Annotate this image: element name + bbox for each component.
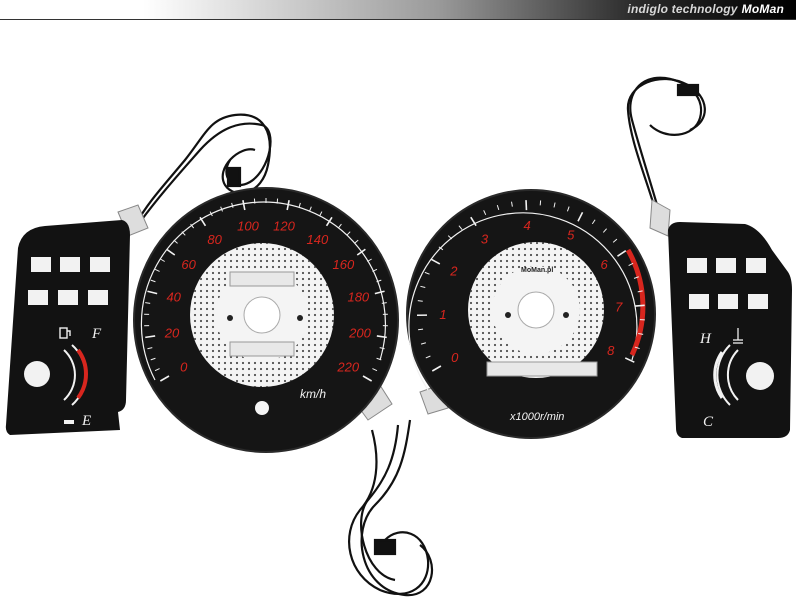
speed-tick-label: 180 — [347, 290, 369, 305]
fuel-needle-hole — [24, 361, 50, 387]
speed-tick-label: 100 — [237, 219, 259, 234]
speed-unit-label: km/h — [300, 387, 326, 401]
temp-gauge-panel: H C — [668, 222, 792, 438]
fuel-empty-label: E — [81, 413, 91, 429]
temp-cold-label: C — [703, 414, 714, 430]
rpm-tick-label: 3 — [481, 231, 489, 246]
fuel-gauge-panel: F E — [5, 220, 130, 435]
rpm-tick — [418, 328, 424, 331]
speed-tick-label: 80 — [207, 232, 222, 247]
speed-tick — [145, 302, 151, 304]
rpm-tick-label: 5 — [567, 228, 575, 243]
tachometer-logo: MoMan.pl — [521, 267, 553, 274]
rpm-tick-label: 6 — [601, 257, 609, 272]
speed-tick-label: 220 — [336, 360, 359, 375]
rpm-tick-label: 1 — [439, 307, 446, 322]
rpm-unit-label: x1000r/min — [509, 411, 564, 423]
tachometer-dial: 0 1 2 3 4 5 6 7 8 MoMan.pl x1000r/min — [406, 189, 656, 439]
speed-tick-label: 40 — [166, 290, 181, 305]
fuel-full-label: F — [91, 326, 102, 342]
wire-bottom — [347, 419, 434, 597]
rpm-tick-label: 7 — [615, 299, 623, 314]
rpm-tick-label: 4 — [524, 218, 531, 233]
connector-right-top — [649, 199, 671, 237]
speed-tick-label: 120 — [273, 219, 295, 234]
rpm-tick — [417, 300, 423, 302]
temp-hot-label: H — [699, 331, 712, 347]
speed-tick-label: 160 — [333, 257, 355, 272]
speedometer-dial: 0 20 40 60 80 100 120 140 160 180 200 220 km/h — [133, 187, 399, 453]
speed-tick-label: 200 — [348, 326, 371, 341]
wire-right — [626, 76, 706, 216]
speed-tick-label: 60 — [181, 257, 196, 272]
speed-tick-label: 140 — [307, 232, 329, 247]
rpm-tick-label: 8 — [607, 343, 615, 358]
speed-tick — [381, 302, 387, 304]
gauge-photo: F E 020406080100 120140160180200220 km/h … — [5, 76, 792, 597]
speed-tick-label: 20 — [164, 326, 180, 341]
rpm-tick — [634, 304, 645, 307]
temp-needle-hole — [746, 362, 774, 390]
speed-tick-label: 0 — [180, 360, 188, 375]
rpm-tick-label: 2 — [449, 264, 458, 279]
rpm-tick-label: 0 — [451, 350, 459, 365]
